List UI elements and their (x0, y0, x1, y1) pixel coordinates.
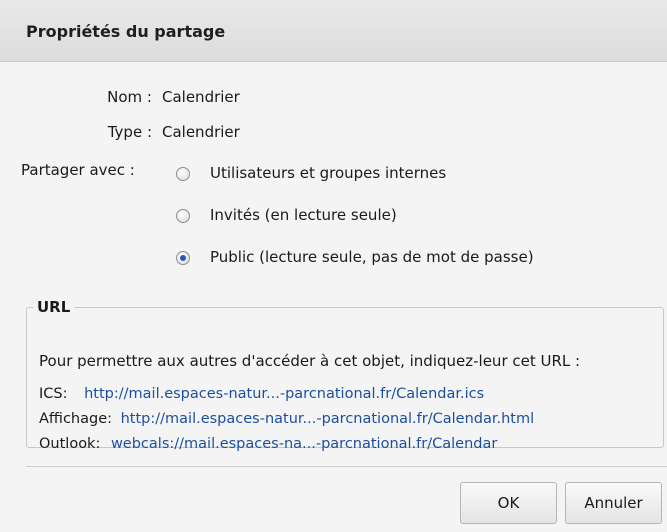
url-link-display[interactable]: http://mail.espaces-natur...-parcnationa… (121, 411, 535, 427)
url-legend: URL (37, 298, 71, 316)
type-value: Calendrier (162, 123, 240, 141)
url-row-outlook: Outlook: webcals://mail.espaces-na...-pa… (39, 436, 497, 452)
dialog-title: Propriétés du partage (26, 22, 226, 41)
url-row-ics: ICS: http://mail.espaces-natur...-parcna… (39, 386, 484, 402)
radio-button-icon[interactable] (176, 167, 190, 181)
type-label: Type : (107, 123, 152, 141)
footer-divider (26, 466, 667, 467)
url-key-outlook: Outlook: (39, 436, 101, 452)
share-option-guests-label[interactable]: Invités (en lecture seule) (210, 206, 397, 224)
share-with-label: Partager avec : (21, 161, 135, 179)
name-value: Calendrier (162, 88, 240, 106)
cancel-button[interactable]: Annuler (565, 482, 662, 524)
url-row-display: Affichage: http://mail.espaces-natur...-… (39, 411, 534, 427)
url-key-display: Affichage: (39, 411, 112, 427)
radio-button-icon[interactable] (176, 209, 190, 223)
url-key-ics: ICS: (39, 386, 68, 402)
share-option-internal-label[interactable]: Utilisateurs et groupes internes (210, 164, 446, 182)
share-properties-dialog: Propriétés du partage Nom : Calendrier T… (0, 0, 667, 532)
ok-button[interactable]: OK (460, 482, 557, 524)
dialog-titlebar[interactable]: Propriétés du partage (0, 0, 667, 62)
url-link-outlook[interactable]: webcals://mail.espaces-na...-parcnationa… (111, 436, 497, 452)
share-option-public-label[interactable]: Public (lecture seule, pas de mot de pas… (210, 248, 534, 266)
name-label: Nom : (107, 88, 152, 106)
url-group: URL Pour permettre aux autres d'accéder … (26, 298, 664, 452)
url-instructions: Pour permettre aux autres d'accéder à ce… (39, 352, 581, 370)
radio-button-checked-icon[interactable] (176, 251, 190, 265)
url-link-ics[interactable]: http://mail.espaces-natur...-parcnationa… (84, 386, 484, 402)
